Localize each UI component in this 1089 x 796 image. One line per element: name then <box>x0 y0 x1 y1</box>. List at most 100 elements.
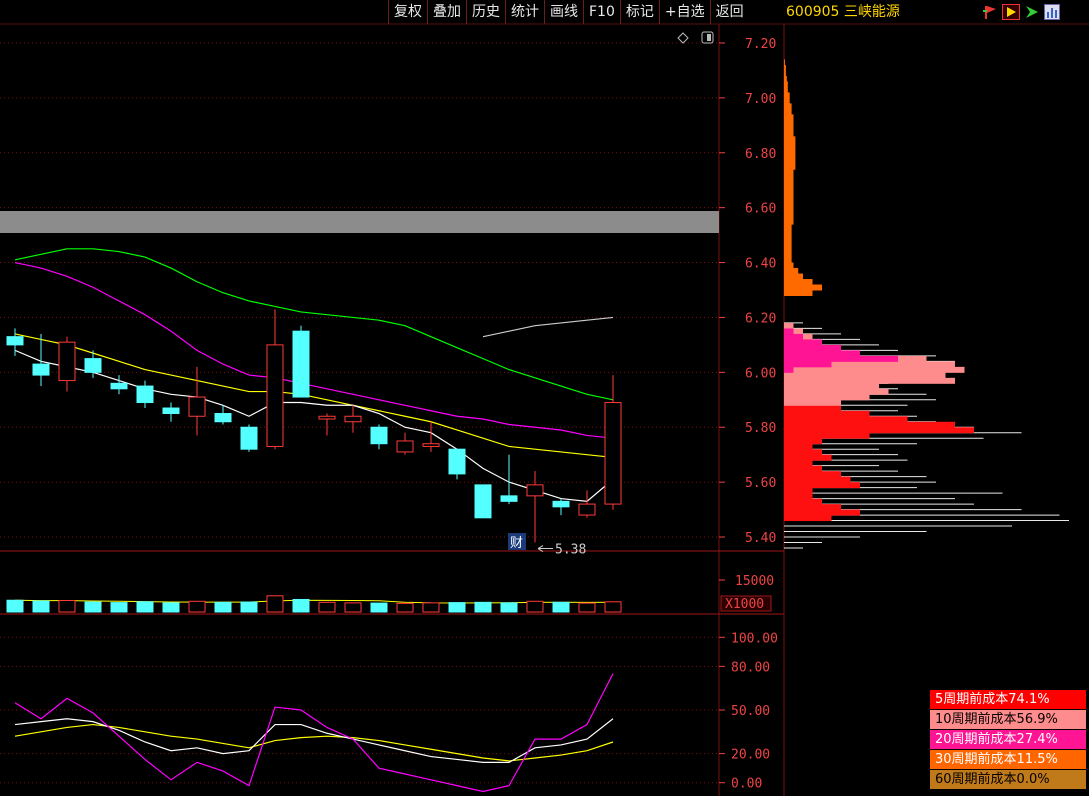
cost-dist-bar-orange <box>784 235 792 242</box>
indicator-tick-label: 0.00 <box>731 777 762 792</box>
cost-dist-bar-red <box>784 410 870 417</box>
cost-dist-bar-magenta <box>784 344 841 351</box>
cost-dist-bar-red <box>784 493 813 500</box>
ma-extra-line <box>482 316 614 338</box>
volume-bar <box>266 595 284 613</box>
flag-icon[interactable] <box>982 4 998 20</box>
candle <box>32 333 50 387</box>
cost-dist-bar-red <box>784 443 813 450</box>
volume-bar <box>188 600 206 613</box>
low-marker-label: 5.38 <box>555 543 586 558</box>
cost-dist-bar-pink <box>784 322 794 329</box>
ma20-line <box>14 261 614 439</box>
price-tick-label: 7.00 <box>745 92 776 107</box>
cost-dist-bar-red <box>784 449 822 456</box>
cost-dist-bar-orange <box>784 207 794 214</box>
candle-body <box>58 341 76 382</box>
cost-dist-bar-magenta <box>784 355 898 362</box>
cost-legend-row: 60周期前成本0.0% <box>930 770 1086 789</box>
volume-bar <box>604 601 622 613</box>
volume-bar <box>214 601 232 613</box>
volume-bar <box>110 602 128 613</box>
volume-bar <box>84 601 102 613</box>
cost-dist-bar-orange <box>784 103 792 110</box>
cost-dist-bar-orange <box>784 191 794 198</box>
cost-dist-bar-orange <box>784 196 794 203</box>
price-tick-label: 7.20 <box>745 37 776 52</box>
cost-dist-bar-red <box>784 416 908 423</box>
cost-dist-bar-red <box>784 465 822 472</box>
candle-body <box>214 413 232 423</box>
candle-body <box>162 407 180 415</box>
cost-dist-bar-red <box>784 471 841 478</box>
price-tick-label: 6.60 <box>745 202 776 217</box>
cost-dist-bar-orange <box>784 229 792 236</box>
history-button[interactable]: 历史 <box>466 0 505 24</box>
cost-dist-bar-orange <box>784 251 792 258</box>
cost-legend-row: 10周期前成本56.9% <box>930 710 1086 729</box>
cost-dist-bar-red <box>784 487 813 494</box>
cost-dist-bar-orange <box>784 136 796 143</box>
mark-button[interactable]: 标记 <box>619 0 659 24</box>
candle <box>552 498 570 516</box>
cost-dist-bar-magenta <box>784 328 794 335</box>
restore-rights-button[interactable]: 复权 <box>388 0 427 24</box>
price-tick-label: 5.80 <box>745 421 776 436</box>
candle <box>136 380 154 409</box>
cost-dist-bar-orange <box>784 218 794 225</box>
cost-dist-bar-orange <box>784 240 792 247</box>
candle-body <box>318 415 336 420</box>
panel-toggle-icon-fill <box>707 34 711 41</box>
candle <box>188 366 206 436</box>
cost-legend: 5周期前成本74.1% 10周期前成本56.9% 20周期前成本27.4% 30周期前… <box>930 690 1086 790</box>
indicator-tick-label: 80.00 <box>731 660 770 675</box>
cost-dist-bar-orange <box>784 202 794 209</box>
candle-body <box>448 448 466 475</box>
finance-tag: 财 <box>510 536 523 551</box>
price-tick-label: 5.40 <box>745 531 776 546</box>
volume-bar <box>58 600 76 613</box>
price-tick-label: 6.00 <box>745 366 776 381</box>
candle <box>266 309 284 450</box>
candle-body <box>500 495 518 502</box>
volume-bar <box>552 601 570 613</box>
volume-bar <box>292 598 310 613</box>
back-button[interactable]: 返回 <box>709 0 749 24</box>
cost-dist-bar-orange <box>784 284 822 291</box>
cost-dist-bar-orange <box>784 246 792 253</box>
highlight-band <box>0 211 719 233</box>
candle <box>370 424 388 450</box>
cost-dist-bar-orange <box>784 213 794 220</box>
kdj-j-line <box>14 673 614 793</box>
candle <box>58 336 76 392</box>
cost-dist-bar-pink <box>784 383 879 390</box>
candle <box>292 325 310 398</box>
arrow-icon[interactable] <box>1024 4 1040 20</box>
cost-dist-bar-red <box>784 476 851 483</box>
kdj-d-line <box>14 723 614 762</box>
draw-line-button[interactable]: 画线 <box>544 0 583 24</box>
overlay-button[interactable]: 叠加 <box>427 0 466 24</box>
candle <box>240 424 258 452</box>
statistics-button[interactable]: 统计 <box>505 0 544 24</box>
cost-legend-row: 30周期前成本11.5% <box>930 750 1086 769</box>
candle-body <box>422 443 440 447</box>
toolbar-icons <box>982 4 1060 20</box>
cost-dist-bar-red <box>784 421 955 428</box>
cost-dist-bar-orange <box>784 108 792 115</box>
cost-dist-bar-magenta <box>784 361 832 368</box>
candle-body <box>240 426 258 450</box>
cost-dist-bar-pink <box>784 388 889 395</box>
f10-button[interactable]: F10 <box>583 0 620 24</box>
cost-dist-bar-pink <box>784 394 870 401</box>
chart-icon[interactable] <box>1044 4 1060 20</box>
cost-dist-bar-red <box>784 498 822 505</box>
diamond-icon <box>677 32 689 44</box>
volume-bar <box>32 600 50 613</box>
cost-dist-bar-pink <box>784 372 946 379</box>
add-watchlist-button[interactable]: +自选 <box>658 0 710 24</box>
candle <box>344 405 362 433</box>
candle-body <box>266 344 284 447</box>
volume-bar <box>344 602 362 613</box>
play-icon[interactable] <box>1002 4 1020 20</box>
